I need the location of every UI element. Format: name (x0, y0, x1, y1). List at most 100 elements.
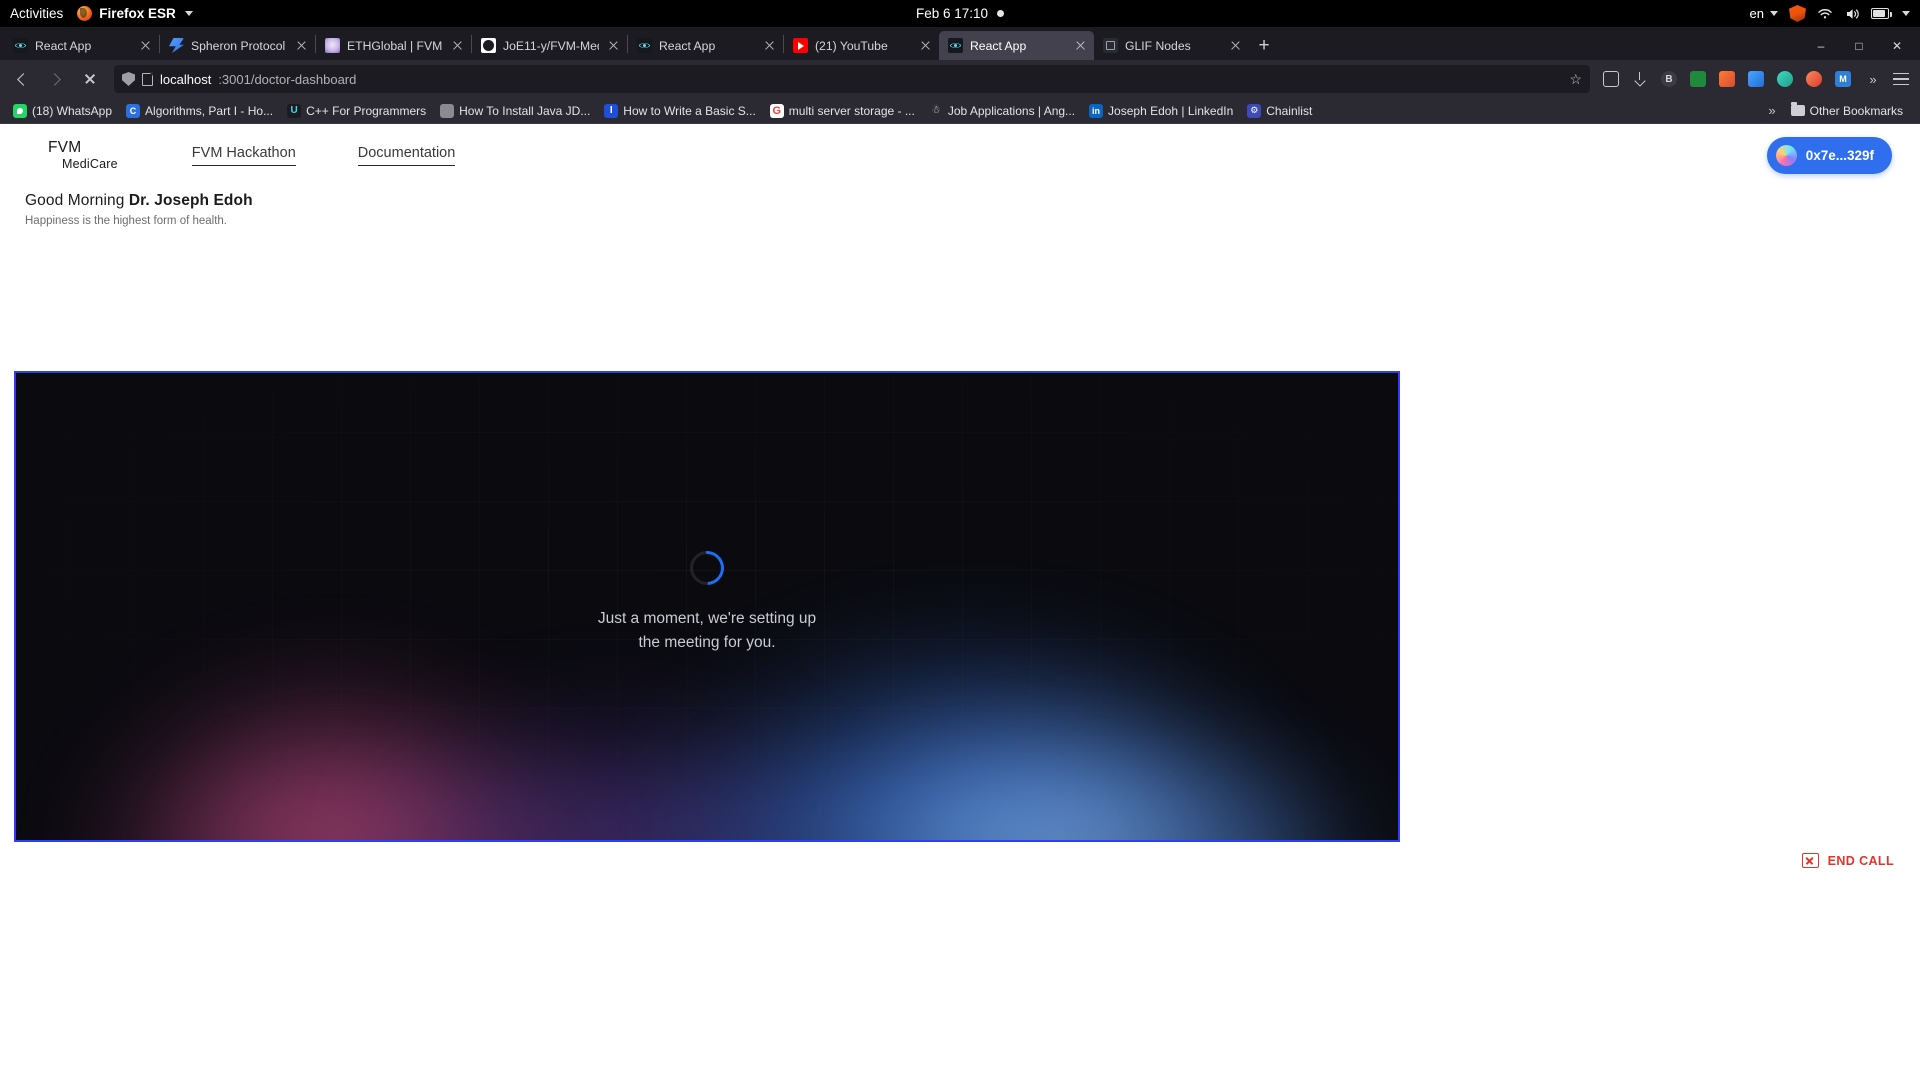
clock-area: Feb 6 17:10 (0, 0, 1920, 27)
brave-tray-icon[interactable] (1789, 5, 1806, 22)
browser-tab-active[interactable]: React App (939, 31, 1094, 60)
loading-line-1: Just a moment, we're setting up (597, 610, 817, 627)
logo-line-2: MediCare (62, 156, 118, 171)
bookmark-item[interactable]: U C++ For Programmers (280, 100, 433, 122)
close-window-button[interactable]: ✕ (1878, 31, 1916, 60)
close-icon[interactable] (1228, 38, 1243, 53)
activities-button[interactable]: Activities (0, 6, 77, 21)
app-menu-firefox[interactable]: Firefox ESR (77, 6, 193, 21)
page-content: FVM MediCare FVM Hackathon Documentation… (0, 124, 1920, 1080)
coursera-icon: C (126, 103, 141, 118)
close-icon[interactable] (1073, 38, 1088, 53)
bookmark-star-icon[interactable]: ☆ (1569, 71, 1582, 88)
avatar (1775, 144, 1797, 166)
bookmark-label: How To Install Java JD... (459, 103, 591, 118)
browser-tab[interactable]: React App (628, 31, 783, 60)
other-bookmarks-folder[interactable]: Other Bookmarks (1784, 100, 1910, 122)
nav-link-documentation[interactable]: Documentation (357, 145, 456, 166)
nav-link-fvm-hackathon[interactable]: FVM Hackathon (191, 145, 296, 166)
tab-title: React App (970, 38, 1027, 53)
wifi-icon[interactable] (1817, 6, 1833, 22)
generic-page-icon (440, 103, 455, 118)
extension-red-button[interactable] (1801, 66, 1827, 92)
browser-tab[interactable]: GLIF Nodes (1094, 31, 1249, 60)
downloads-button[interactable] (1627, 66, 1653, 92)
close-icon[interactable] (918, 38, 933, 53)
back-button[interactable] (6, 64, 38, 94)
window-controls: – □ ✕ (1802, 31, 1920, 60)
folder-icon (1790, 102, 1805, 116)
app-nav-links: FVM Hackathon Documentation (191, 145, 456, 166)
pocket-icon (1603, 71, 1619, 87)
close-icon[interactable] (450, 38, 465, 53)
bookmarks-overflow-button[interactable]: » (1768, 103, 1775, 118)
system-tray: en (1750, 5, 1920, 22)
bookmark-item[interactable]: How To Install Java JD... (433, 100, 597, 122)
stop-button[interactable] (74, 64, 106, 94)
extension-teal-button[interactable] (1772, 66, 1798, 92)
extension-blue-icon (1748, 71, 1764, 87)
extension-azure-button[interactable]: M (1830, 66, 1856, 92)
extension-blue-button[interactable] (1743, 66, 1769, 92)
loading-line-2: the meeting for you. (638, 633, 776, 651)
bookmark-item[interactable]: Gmulti server storage - ... (763, 100, 922, 122)
loading-spinner-icon (682, 543, 732, 593)
forward-button[interactable] (40, 64, 72, 94)
browser-tab[interactable]: Spheron Protocol (160, 31, 315, 60)
app-logo[interactable]: FVM MediCare (48, 140, 118, 170)
gnome-top-bar: Activities Firefox ESR Feb 6 17:10 en (0, 0, 1920, 27)
arrow-right-icon (48, 72, 61, 86)
wallet-address-button[interactable]: 0x7e...329f (1766, 136, 1892, 174)
save-to-pocket-button[interactable] (1598, 66, 1624, 92)
close-icon[interactable] (138, 38, 153, 53)
bookmark-item[interactable]: I How to Write a Basic S... (597, 100, 763, 122)
app-menu-button[interactable] (1888, 66, 1914, 92)
browser-tab[interactable]: ETHGlobal | FVM Space \ (316, 31, 471, 60)
minimize-button[interactable]: – (1802, 31, 1840, 60)
bookmark-item[interactable]: ☃ Job Applications | Ang... (922, 100, 1082, 122)
chevron-down-icon[interactable] (1902, 11, 1910, 16)
browser-tab[interactable]: React App (4, 31, 159, 60)
extension-green-button[interactable] (1685, 66, 1711, 92)
bookmark-label: Chainlist (1266, 103, 1313, 118)
bookmark-item[interactable]: ⚙ Chainlist (1240, 100, 1319, 122)
chainlist-icon: ⚙ (1247, 103, 1262, 118)
greeting-section: Good Morning Dr. Joseph Edoh Happiness i… (0, 186, 1920, 227)
maximize-button[interactable]: □ (1840, 31, 1878, 60)
bookmark-item[interactable]: C Algorithms, Part I - Ho... (119, 100, 280, 122)
address-bar[interactable]: localhost:3001/doctor-dashboard ☆ (114, 65, 1590, 93)
close-icon[interactable] (762, 38, 777, 53)
bookmark-item[interactable]: (18) WhatsApp (6, 100, 119, 122)
video-call-panel[interactable]: Just a moment, we're setting up the meet… (14, 371, 1400, 842)
udacity-icon: U (287, 103, 302, 118)
tab-title: (21) YouTube (815, 38, 888, 53)
battery-icon[interactable] (1871, 8, 1892, 19)
doctor-name: Dr. Joseph Edoh (128, 192, 253, 209)
new-tab-button[interactable]: + (1249, 31, 1279, 60)
tab-title: Spheron Protocol (191, 38, 286, 53)
volume-icon[interactable] (1844, 6, 1860, 22)
bookmark-label: (18) WhatsApp (32, 103, 113, 118)
download-icon (1634, 72, 1647, 86)
close-icon[interactable] (294, 38, 309, 53)
page-info-icon[interactable] (142, 72, 154, 86)
extension-bitwarden-button[interactable]: B (1656, 66, 1682, 92)
app-header: FVM MediCare FVM Hackathon Documentation… (0, 124, 1920, 186)
bitwarden-icon: B (1661, 71, 1677, 87)
language-indicator[interactable]: en (1750, 6, 1778, 21)
react-icon (13, 38, 28, 53)
clock-label: Feb 6 17:10 (915, 6, 989, 21)
youtube-icon (793, 38, 808, 53)
toolbar-overflow-button[interactable]: » (1859, 66, 1885, 92)
spheron-icon (169, 38, 184, 53)
browser-tab[interactable]: JoE11-y/FVM-Medicare: F (472, 31, 627, 60)
extension-orange-button[interactable] (1714, 66, 1740, 92)
toolbar-icons: B M » (1598, 66, 1914, 92)
end-call-button[interactable]: END CALL (1801, 853, 1894, 868)
bookmark-item[interactable]: in Joseph Edoh | LinkedIn (1082, 100, 1240, 122)
browser-tab[interactable]: (21) YouTube (784, 31, 939, 60)
navigation-toolbar: localhost:3001/doctor-dashboard ☆ B M » (0, 60, 1920, 98)
close-icon[interactable] (606, 38, 621, 53)
shield-icon[interactable] (122, 72, 135, 86)
firefox-window: React App Spheron Protocol ETHGlobal | F… (0, 27, 1920, 1080)
